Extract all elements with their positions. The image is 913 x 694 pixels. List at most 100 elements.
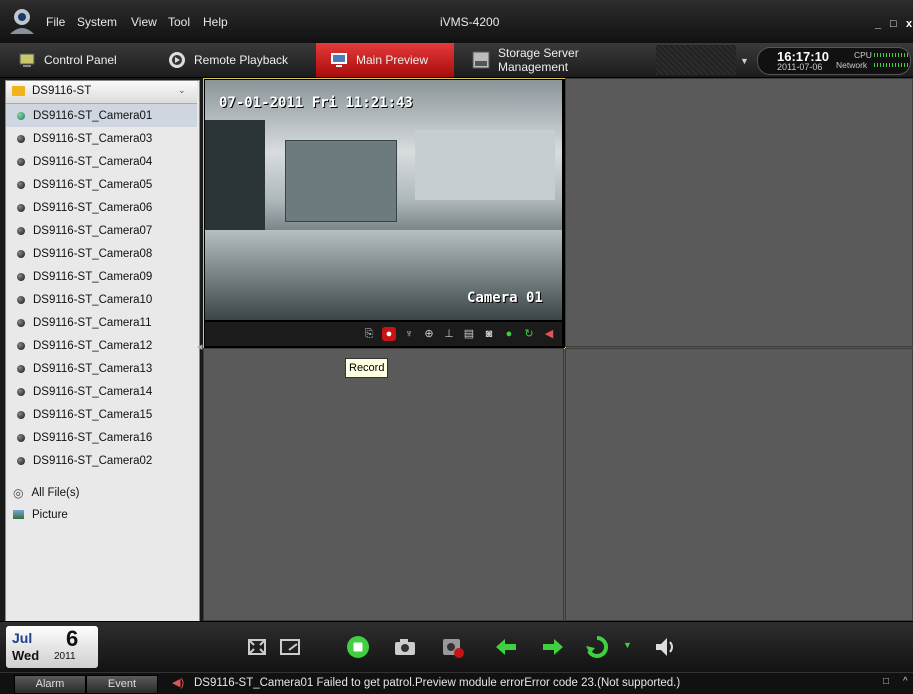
tree-item-label: DS9116-ST_Camera10 bbox=[33, 293, 153, 306]
volume-icon[interactable] bbox=[651, 634, 677, 660]
osd-timestamp: 07-01-2011 Fri 11:21:43 bbox=[219, 95, 413, 111]
cycle-icon[interactable] bbox=[584, 634, 610, 660]
restore-icon[interactable]: □ bbox=[883, 676, 889, 687]
monitor-icon bbox=[331, 53, 347, 67]
tree-item-label: DS9116-ST_Camera05 bbox=[33, 178, 153, 191]
video-pane-2[interactable] bbox=[565, 78, 913, 347]
tree-item-picture[interactable]: Picture bbox=[6, 503, 197, 526]
clock-date: 2011-07-06 bbox=[777, 62, 823, 72]
menu-tool[interactable]: Tool bbox=[168, 15, 190, 29]
status-message: DS9116-ST_Camera01 Failed to get patrol.… bbox=[194, 677, 681, 689]
camera-info-icon[interactable]: ◙ bbox=[482, 327, 496, 341]
stop-all-icon[interactable] bbox=[345, 634, 371, 660]
tree-item-camera[interactable]: DS9116-ST_Camera12 bbox=[6, 334, 197, 357]
next-icon[interactable] bbox=[540, 634, 566, 660]
menu-bar: File System View Tool Help iVMS-4200 _ □… bbox=[0, 0, 913, 43]
menu-help[interactable]: Help bbox=[203, 15, 228, 29]
tree-item-camera[interactable]: DS9116-ST_Camera11 bbox=[6, 311, 197, 334]
preview-grid: 07-01-2011 Fri 11:21:43 Camera 01 ⎘ ● ♆ … bbox=[203, 78, 913, 621]
app-logo-icon bbox=[10, 9, 34, 34]
status-bar: Alarm Event ◀) DS9116-ST_Camera01 Failed… bbox=[0, 672, 913, 694]
folder-icon bbox=[12, 86, 25, 96]
tab-control-panel[interactable]: Control Panel bbox=[18, 43, 156, 77]
camera-icon bbox=[17, 203, 25, 212]
record-icon[interactable]: ● bbox=[382, 327, 396, 341]
tree-item-camera[interactable]: DS9116-ST_Camera15 bbox=[6, 403, 197, 426]
tree-item-camera[interactable]: DS9116-ST_Camera07 bbox=[6, 219, 197, 242]
refresh-icon[interactable]: ↻ bbox=[522, 327, 536, 341]
camera-icon bbox=[17, 180, 25, 189]
tab-alarm[interactable]: Alarm bbox=[14, 675, 86, 694]
tree-item-camera[interactable]: DS9116-ST_Camera08 bbox=[6, 242, 197, 265]
tab-bar-spacer bbox=[656, 45, 736, 75]
tree-item-label: DS9116-ST_Camera04 bbox=[33, 155, 153, 168]
tree-item-label: DS9116-ST_Camera06 bbox=[33, 201, 153, 214]
tree-item-camera[interactable]: DS9116-ST_Camera13 bbox=[6, 357, 197, 380]
tab-dropdown-icon[interactable]: ▼ bbox=[740, 56, 749, 66]
camera-icon bbox=[17, 272, 25, 281]
layout-icon[interactable] bbox=[277, 634, 303, 660]
camera-icon bbox=[17, 249, 25, 258]
tree-item-camera[interactable]: DS9116-ST_Camera02 bbox=[6, 449, 197, 472]
capture-icon[interactable]: ⎘ bbox=[362, 327, 376, 341]
date-widget: Jul 6 Wed 2011 bbox=[6, 626, 98, 668]
zoom-icon[interactable]: ⊕ bbox=[422, 327, 436, 341]
tab-storage-server[interactable]: Storage Server Management bbox=[472, 43, 652, 77]
video-pane-1[interactable]: 07-01-2011 Fri 11:21:43 Camera 01 ⎘ ● ♆ … bbox=[203, 78, 566, 349]
ptz-icon[interactable]: ⊥ bbox=[442, 327, 456, 341]
tree-item-camera[interactable]: DS9116-ST_Camera01 bbox=[6, 104, 197, 127]
camera-icon bbox=[17, 341, 25, 350]
camera-icon bbox=[17, 295, 25, 304]
camera-icon bbox=[17, 410, 25, 419]
video-pane-3[interactable] bbox=[203, 348, 564, 621]
tree-item-label: Picture bbox=[32, 508, 68, 521]
tree-item-label: DS9116-ST_Camera16 bbox=[33, 431, 153, 444]
device-tree-panel: DS9116-ST ⌄ DS9116-ST_Camera01 DS9116-ST_… bbox=[5, 80, 200, 622]
chevron-down-icon: ⌄ bbox=[178, 85, 186, 95]
tree-item-camera[interactable]: DS9116-ST_Camera03 bbox=[6, 127, 197, 150]
menu-file[interactable]: File bbox=[46, 15, 65, 29]
network-meter bbox=[874, 63, 908, 67]
cycle-dropdown-icon[interactable]: ▼ bbox=[623, 640, 632, 650]
tree-item-label: DS9116-ST_Camera09 bbox=[33, 270, 153, 283]
control-panel-icon bbox=[19, 53, 35, 67]
tab-remote-playback[interactable]: Remote Playback bbox=[168, 43, 308, 77]
tab-main-preview[interactable]: Main Preview bbox=[316, 43, 454, 77]
snapshot-icon[interactable] bbox=[392, 634, 418, 660]
menu-view[interactable]: View bbox=[131, 15, 157, 29]
tree-item-camera[interactable]: DS9116-ST_Camera06 bbox=[6, 196, 197, 219]
camera-icon bbox=[17, 157, 25, 166]
tree-item-all-files[interactable]: ◎ All File(s) bbox=[6, 481, 197, 504]
previous-icon[interactable] bbox=[493, 634, 519, 660]
volume-icon[interactable]: ◀ bbox=[542, 327, 556, 341]
microphone-icon[interactable]: ♆ bbox=[402, 327, 416, 341]
collapse-panel-handle[interactable]: ◀ bbox=[197, 343, 202, 351]
video-pane-4[interactable] bbox=[565, 348, 913, 621]
stop-icon[interactable]: ● bbox=[502, 327, 516, 341]
fullscreen-icon[interactable] bbox=[244, 634, 270, 660]
tree-item-label: DS9116-ST_Camera08 bbox=[33, 247, 153, 260]
device-select[interactable]: DS9116-ST ⌄ bbox=[6, 81, 197, 104]
video-floor bbox=[205, 230, 562, 320]
tree-item-camera[interactable]: DS9116-ST_Camera10 bbox=[6, 288, 197, 311]
record-all-icon[interactable] bbox=[440, 634, 466, 660]
tree-item-camera[interactable]: DS9116-ST_Camera16 bbox=[6, 426, 197, 449]
tree-item-label: All File(s) bbox=[31, 486, 80, 499]
list-icon[interactable]: ▤ bbox=[462, 327, 476, 341]
expand-icon[interactable]: ^ bbox=[903, 676, 908, 687]
device-name: DS9116-ST bbox=[32, 85, 92, 97]
speaker-icon: ◀) bbox=[172, 677, 185, 689]
camera-video-feed: 07-01-2011 Fri 11:21:43 Camera 01 bbox=[205, 80, 562, 320]
tree-item-camera[interactable]: DS9116-ST_Camera04 bbox=[6, 150, 197, 173]
tree-item-camera[interactable]: DS9116-ST_Camera05 bbox=[6, 173, 197, 196]
tree-item-label: DS9116-ST_Camera11 bbox=[33, 316, 152, 329]
date-weekday: Wed bbox=[12, 648, 40, 663]
tab-event[interactable]: Event bbox=[86, 675, 158, 694]
camera-icon bbox=[17, 226, 25, 235]
menu-system[interactable]: System bbox=[77, 15, 117, 29]
tree-item-camera[interactable]: DS9116-ST_Camera09 bbox=[6, 265, 197, 288]
close-button[interactable]: x bbox=[906, 18, 912, 30]
maximize-button[interactable]: □ bbox=[890, 18, 897, 30]
tree-item-camera[interactable]: DS9116-ST_Camera14 bbox=[6, 380, 197, 403]
minimize-button[interactable]: _ bbox=[875, 18, 881, 30]
